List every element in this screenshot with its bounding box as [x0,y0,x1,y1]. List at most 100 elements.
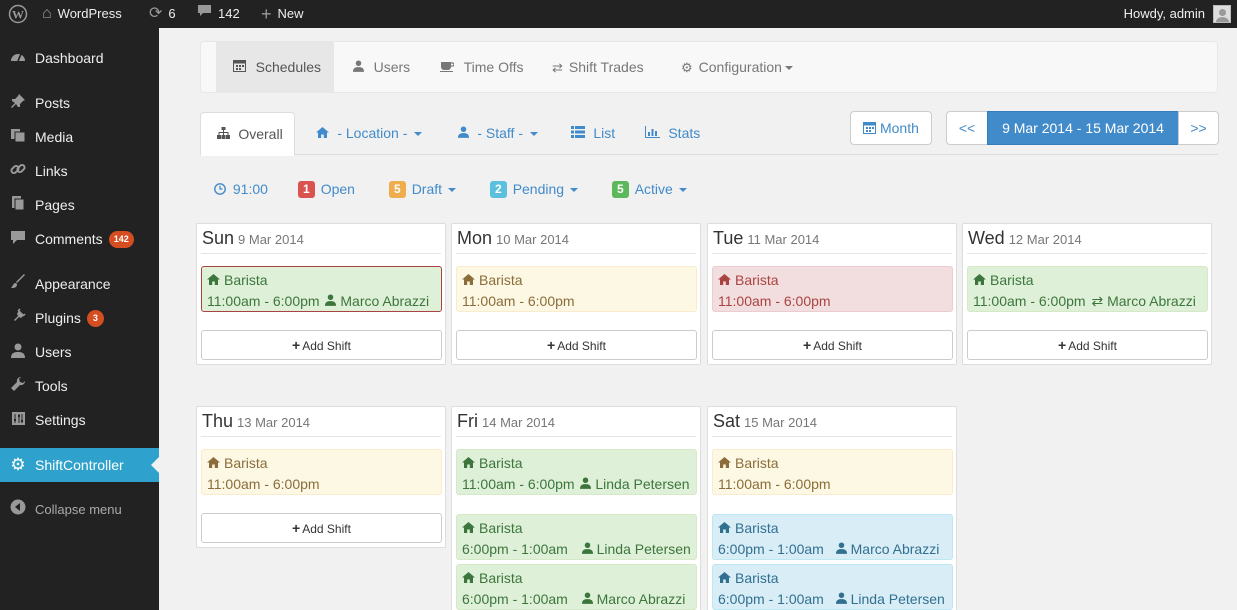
day-date: 9 Mar 2014 [238,232,304,247]
home-icon [316,127,332,141]
day-panel-fri: Fri 14 Mar 2014 Barista 11:00am - 6:00pm … [451,406,701,610]
shift-card[interactable]: Barista 11:00am - 6:00pm ⇄ Marco Abrazzi [967,266,1208,312]
user-icon [581,591,593,607]
menu-item-tools[interactable]: Tools [0,369,159,403]
shift-staff: Linda Petersen [596,541,691,557]
tab-schedules[interactable]: Schedules [216,42,334,92]
tab-label: Time Offs [463,59,524,75]
user-icon [353,60,368,75]
my-account-link[interactable]: Howdy, admin [1124,0,1231,28]
new-content-link[interactable]: + New [261,0,304,28]
next-week-button[interactable]: >> [1178,111,1219,145]
location-filter-dropdown[interactable]: - Location - [316,112,423,155]
svg-text:W: W [12,8,24,22]
shift-card[interactable]: Barista 11:00am - 6:00pm [712,266,953,312]
tab-time-offs[interactable]: Time Offs [440,42,524,92]
shift-title: Barista [735,455,779,471]
tab-shift-trades[interactable]: ⇄ Shift Trades [552,42,644,92]
shift-title: Barista [479,272,523,288]
shift-time: 11:00am - 6:00pm [973,293,1086,309]
day-panel-sun: Sun 9 Mar 2014 Barista 11:00am - 6:00pm M… [196,223,446,365]
day-header: Thu 13 Mar 2014 [201,407,441,437]
open-count-badge: 1 [298,181,315,198]
pages-icon [8,195,28,215]
add-shift-button[interactable]: + Add Shift [201,330,442,360]
menu-item-users[interactable]: Users [0,335,159,369]
shift-staff: Marco Abrazzi [850,541,940,557]
plus-icon: + [547,337,556,353]
tab-label: Shift Trades [568,59,644,75]
shift-card[interactable]: Barista 11:00am - 6:00pm Marco Abrazzi [201,266,442,312]
active-shifts-filter[interactable]: 5 Active [612,178,687,200]
menu-item-pages[interactable]: Pages [0,188,159,222]
tab-overall[interactable]: Overall [200,112,295,156]
menu-label: Tools [35,378,68,394]
add-shift-button[interactable]: + Add Shift [712,330,953,360]
current-range-button[interactable]: 9 Mar 2014 - 15 Mar 2014 [987,111,1179,145]
add-shift-button[interactable]: + Add Shift [967,330,1208,360]
plus-icon: + [261,4,272,24]
main-content: Schedules Users Time Offs ⇄ Shift Trades … [159,28,1237,610]
user-icon [580,476,592,492]
clock-icon [214,181,233,197]
shift-title: Barista [224,272,268,288]
tab-stats[interactable]: Stats [645,112,700,155]
tab-list[interactable]: List [571,112,615,155]
caret-down-icon [530,132,538,137]
menu-item-settings[interactable]: Settings [0,403,159,437]
shift-card[interactable]: Barista 6:00pm - 1:00am Marco Abrazzi [456,564,697,610]
shift-card[interactable]: Barista 6:00pm - 1:00am Linda Petersen [456,514,697,560]
list-icon [571,126,588,141]
comments-link[interactable]: 142 [197,0,240,28]
plugins-badge: 3 [86,309,104,327]
exchange-icon: ⇄ [1091,293,1104,309]
prev-week-button[interactable]: << [946,111,988,145]
collapse-menu-button[interactable]: Collapse menu [0,492,159,526]
pending-shifts-filter[interactable]: 2 Pending [490,178,579,200]
shift-card[interactable]: Barista 6:00pm - 1:00am Marco Abrazzi [712,514,953,560]
menu-item-media[interactable]: Media [0,120,159,154]
settings-icon [8,411,28,430]
shift-card[interactable]: Barista 11:00am - 6:00pm [201,449,442,495]
menu-label: Posts [35,95,71,111]
day-name: Mon [457,228,493,248]
menu-item-plugins[interactable]: Plugins 3 [0,301,159,335]
month-view-button[interactable]: Month [850,111,932,145]
menu-item-appearance[interactable]: Appearance [0,267,159,301]
menu-item-comments[interactable]: Comments 142 [0,222,159,256]
total-hours[interactable]: 91:00 [214,178,268,200]
day-header: Wed 12 Mar 2014 [967,224,1207,254]
home-icon [718,457,731,471]
wordpress-logo-icon[interactable]: W [8,0,28,28]
updates-link[interactable]: ⟳ 6 [149,0,176,28]
shift-card[interactable]: Barista 11:00am - 6:00pm Linda Petersen [456,449,697,495]
staff-filter-dropdown[interactable]: - Staff - [458,112,538,155]
shift-card[interactable]: Barista 11:00am - 6:00pm [456,266,697,312]
site-name-link[interactable]: ⌂ WordPress [42,0,122,28]
hours-value: 91:00 [232,181,268,197]
shift-card[interactable]: Barista 11:00am - 6:00pm [712,449,953,495]
draft-shifts-filter[interactable]: 5 Draft [389,178,457,200]
avatar [1213,5,1231,23]
add-shift-button[interactable]: + Add Shift [201,513,442,543]
tab-configuration[interactable]: ⚙ Configuration [681,42,793,92]
menu-label: Appearance [35,276,111,292]
tab-label: Overall [238,126,283,142]
pin-icon [8,93,28,113]
day-name: Sat [713,411,741,431]
tab-users[interactable]: Users [353,42,410,92]
shift-time: 6:00pm - 1:00am [462,591,568,607]
shift-title: Barista [735,272,779,288]
shift-time: 6:00pm - 1:00am [718,591,824,607]
menu-item-dashboard[interactable]: Dashboard [0,41,159,75]
shift-card[interactable]: Barista 6:00pm - 1:00am Linda Petersen [712,564,953,610]
menu-item-shiftcontroller[interactable]: ⚙ ShiftController [0,448,159,482]
add-shift-button[interactable]: + Add Shift [456,330,697,360]
month-label: Month [879,120,919,136]
open-shifts-filter[interactable]: 1 Open [298,178,355,200]
home-icon [462,572,475,586]
dashboard-icon [8,49,28,67]
menu-item-posts[interactable]: Posts [0,86,159,120]
menu-item-links[interactable]: Links [0,154,159,188]
home-icon: ⌂ [42,5,52,22]
